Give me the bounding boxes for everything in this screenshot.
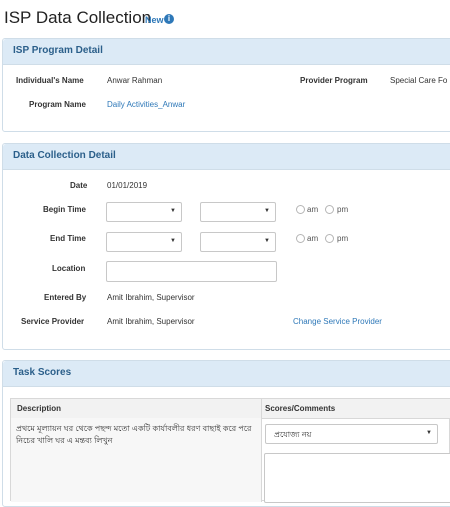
begin-time-label: Begin Time [43, 205, 86, 214]
end-time-label: End Time [50, 234, 86, 243]
panel-header: Data Collection Detail [3, 144, 450, 170]
begin-pm-label: pm [337, 205, 349, 214]
panel-header: ISP Program Detail [3, 39, 450, 65]
location-label: Location [52, 264, 86, 273]
task-scores-table: Description Scores/Comments প্রথমে মূল্য… [10, 398, 450, 503]
begin-am-label: am [307, 205, 319, 214]
chevron-down-icon: ▼ [426, 430, 432, 436]
date-label: Date [70, 181, 88, 190]
table-header [11, 399, 450, 419]
isp-program-detail-panel: ISP Program Detail [2, 38, 450, 132]
end-pm-radio[interactable] [325, 234, 334, 243]
score-select-value: প্রযোজ্য নয় [274, 430, 312, 439]
location-input[interactable] [106, 261, 277, 282]
provider-program-label: Provider Program [300, 76, 368, 85]
info-icon[interactable]: i [164, 14, 174, 24]
end-am-radio[interactable] [296, 234, 305, 243]
individual-name-value: Anwar Rahman [107, 76, 163, 85]
column-divider [261, 399, 262, 502]
entered-by-value: Amit Ibrahim, Supervisor [107, 293, 195, 302]
end-minute-select[interactable]: ▼ [200, 232, 276, 252]
panel-header: Task Scores [3, 361, 450, 387]
service-provider-label: Service Provider [21, 317, 85, 326]
program-name-link[interactable]: Daily Activities_Anwar [107, 100, 185, 109]
program-name-label: Program Name [29, 100, 86, 109]
provider-program-value: Special Care Fo [390, 76, 448, 85]
chevron-down-icon: ▼ [264, 238, 270, 244]
begin-am-radio[interactable] [296, 205, 305, 214]
task-description-text: প্রথমে মূল্যায়ন ঘর থেকে পছন্দ মতো একটি … [16, 424, 252, 445]
end-am-label: am [307, 234, 319, 243]
panel-title: Data Collection Detail [13, 150, 116, 161]
chevron-down-icon: ▼ [264, 208, 270, 214]
comment-textarea[interactable] [264, 453, 450, 503]
date-value: 01/01/2019 [107, 181, 148, 190]
end-pm-label: pm [337, 234, 349, 243]
chevron-down-icon: ▼ [170, 238, 176, 244]
end-hour-select[interactable]: ▼ [106, 232, 182, 252]
panel-title: ISP Program Detail [13, 45, 103, 56]
service-provider-value: Amit Ibrahim, Supervisor [107, 317, 195, 326]
scores-column-header: Scores/Comments [265, 404, 336, 413]
individual-name-label: Individual's Name [16, 76, 84, 85]
begin-hour-select[interactable]: ▼ [106, 202, 182, 222]
score-select[interactable]: প্রযোজ্য নয় ▼ [265, 424, 438, 444]
begin-minute-select[interactable]: ▼ [200, 202, 276, 222]
begin-pm-radio[interactable] [325, 205, 334, 214]
change-service-provider-link[interactable]: Change Service Provider [293, 317, 382, 326]
page-title: ISP Data Collection [4, 8, 152, 27]
entered-by-label: Entered By [44, 293, 87, 302]
new-badge: New [145, 15, 164, 25]
description-column-header: Description [17, 404, 62, 413]
panel-title: Task Scores [13, 367, 72, 378]
chevron-down-icon: ▼ [170, 208, 176, 214]
